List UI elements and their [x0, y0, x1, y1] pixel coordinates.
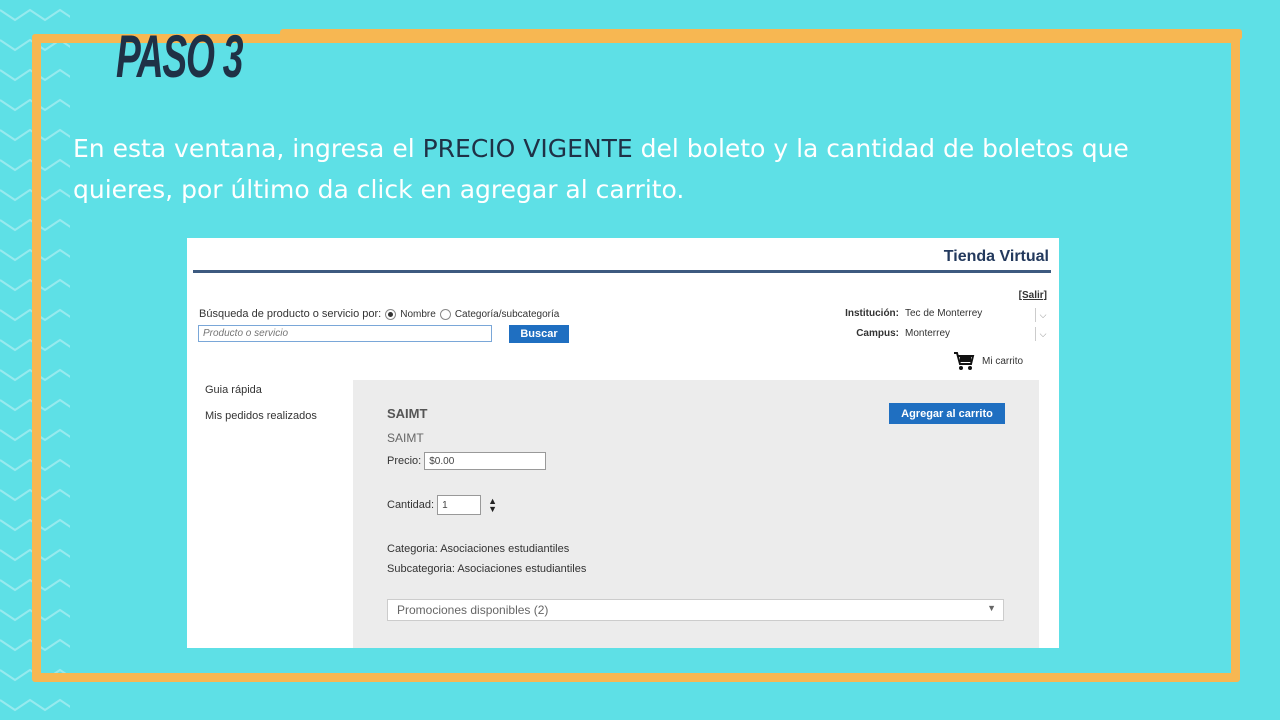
promotions-dropdown[interactable]: Promociones disponibles (2) ▼	[387, 599, 1004, 621]
institution-row: Institución: Tec de Monterrey	[839, 308, 982, 319]
nav-item-quick-guide[interactable]: Guia rápida	[205, 384, 317, 410]
header-divider	[193, 270, 1051, 273]
quantity-stepper[interactable]: ▲ ▼	[488, 497, 497, 514]
search-by-row: Búsqueda de producto o servicio por: Nom…	[199, 308, 559, 320]
product-panel: SAIMT SAIMT Agregar al carrito Precio: C…	[353, 380, 1039, 648]
promotions-label: Promociones disponibles (2)	[397, 603, 549, 617]
price-label: Precio:	[387, 455, 422, 467]
quantity-input[interactable]	[437, 495, 482, 515]
quantity-row: Cantidad: ▲▼	[387, 495, 497, 515]
add-to-cart-button[interactable]: Agregar al carrito	[889, 403, 1005, 424]
instruction-highlight: PRECIO VIGENTE	[422, 134, 633, 163]
campus-label: Campus:	[856, 328, 899, 339]
left-nav: Guia rápida Mis pedidos realizados	[205, 384, 317, 436]
store-screenshot: Tienda Virtual [Salir] Búsqueda de produ…	[187, 238, 1059, 648]
instruction-text: En esta ventana, ingresa el PRECIO VIGEN…	[73, 128, 1173, 210]
category-text: Categoria: Asociaciones estudiantiles	[387, 543, 570, 555]
chevron-down-icon[interactable]: ⌵	[1035, 308, 1050, 322]
search-input[interactable]	[198, 325, 492, 342]
nav-item-my-orders[interactable]: Mis pedidos realizados	[205, 410, 317, 436]
search-button[interactable]: Buscar	[509, 325, 569, 343]
campus-select[interactable]: Monterrey	[905, 328, 950, 339]
slide-frame-top	[280, 29, 1242, 40]
product-subtitle: SAIMT	[387, 431, 424, 445]
price-row: Precio:	[387, 452, 547, 470]
product-title: SAIMT	[387, 406, 428, 421]
institution-select[interactable]: Tec de Monterrey	[905, 308, 982, 319]
radio-nombre[interactable]	[385, 308, 397, 320]
campus-row: Campus: Monterrey	[839, 328, 950, 339]
price-input[interactable]	[424, 452, 547, 470]
caret-down-icon: ▼	[987, 603, 996, 613]
logout-link[interactable]: [Salir]	[1019, 290, 1047, 301]
cart-label: Mi carrito	[982, 355, 1024, 367]
step-title: PASO 3	[116, 23, 243, 90]
store-title: Tienda Virtual	[943, 248, 1049, 265]
cart-link[interactable]: Mi carrito	[953, 351, 1023, 371]
cart-icon	[954, 352, 975, 370]
radio-nombre-label: Nombre	[400, 308, 436, 320]
chevron-down-icon[interactable]: ⌵	[1035, 327, 1050, 341]
subcategory-text: Subcategoria: Asociaciones estudiantiles	[387, 563, 587, 575]
radio-categoria-label: Categoría/subcategoría	[454, 308, 560, 320]
institution-label: Institución:	[845, 308, 899, 319]
search-by-label: Búsqueda de producto o servicio por:	[199, 308, 382, 320]
quantity-label: Cantidad:	[387, 499, 435, 511]
radio-categoria[interactable]	[439, 308, 451, 320]
instruction-part-1: En esta ventana, ingresa el	[73, 134, 423, 163]
